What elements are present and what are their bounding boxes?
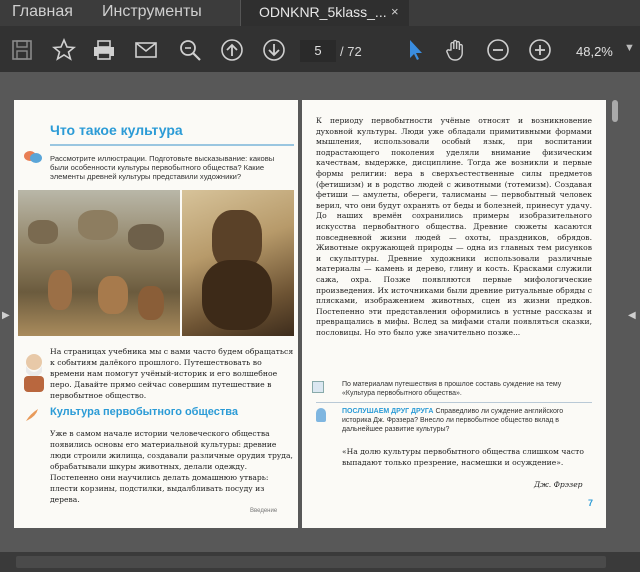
- left-panel-toggle-icon[interactable]: ▶: [2, 310, 10, 321]
- zoom-dropdown-icon[interactable]: ▼: [624, 42, 635, 54]
- body-text: К периоду первобытности учёные относят и…: [316, 116, 592, 337]
- section-title: Культура первобытного общества: [50, 406, 238, 418]
- microphone-icon: [316, 408, 326, 422]
- body-text: Уже в самом начале истории человеческого…: [50, 429, 293, 504]
- print-icon[interactable]: [92, 38, 116, 62]
- right-page: К периоду первобытности учёные относят и…: [302, 100, 606, 528]
- page-down-icon[interactable]: [262, 38, 286, 62]
- page-total: / 72: [340, 44, 362, 59]
- discussion-icon: [24, 151, 42, 163]
- menu-home[interactable]: Главная: [12, 3, 73, 21]
- zoom-level[interactable]: 48,2%: [576, 44, 613, 59]
- right-panel-toggle-icon[interactable]: ◀: [628, 310, 636, 321]
- horizontal-scrollbar[interactable]: [0, 552, 640, 572]
- scrollbar-thumb[interactable]: [16, 556, 606, 568]
- zoom-search-icon[interactable]: [178, 38, 202, 62]
- page-up-icon[interactable]: [220, 38, 244, 62]
- page-title: Что такое культура: [50, 122, 183, 138]
- illustration-primitive-man: [182, 190, 294, 336]
- title-divider: [50, 144, 294, 146]
- save-icon[interactable]: [10, 38, 34, 62]
- pointer-icon[interactable]: [404, 38, 428, 62]
- task-icon: [312, 381, 324, 393]
- intro-text: На страницах учебника мы с вами часто бу…: [50, 347, 294, 400]
- hand-icon[interactable]: [444, 38, 468, 62]
- document-tab[interactable]: ODNKNR_5klass_... ×: [240, 0, 409, 26]
- left-page: Что такое культура Рассмотрите иллюстрац…: [14, 100, 298, 528]
- discussion-task: ПОСЛУШАЕМ ДРУГ ДРУГА Справедливо ли сужд…: [342, 407, 592, 434]
- tab-title: ODNKNR_5klass_...: [259, 4, 387, 20]
- quill-icon: [26, 409, 38, 421]
- zoom-out-icon[interactable]: [486, 38, 510, 62]
- page-footer: Введение: [250, 508, 278, 514]
- toolbar: 5 / 72 48,2% ▼: [0, 26, 640, 73]
- zoom-in-icon[interactable]: [528, 38, 552, 62]
- illustration-primitive-village: [18, 190, 180, 336]
- question-text: Рассмотрите иллюстрации. Подготовьте выс…: [50, 154, 275, 181]
- tab-close-icon[interactable]: ×: [391, 4, 399, 19]
- page-number-input[interactable]: 5: [300, 40, 336, 62]
- page-number: 7: [588, 498, 594, 508]
- menu-tools[interactable]: Инструменты: [102, 3, 202, 21]
- quote-author: Дж. Фрэзер: [534, 480, 583, 489]
- historian-icon: [24, 354, 44, 392]
- mail-icon[interactable]: [134, 38, 158, 62]
- divider: [316, 402, 592, 403]
- task-text: По материалам путешествия в прошлое сост…: [342, 381, 562, 397]
- quote-text: «На долю культуры первобытного общества …: [342, 447, 584, 467]
- star-icon[interactable]: [52, 38, 76, 62]
- discussion-label: ПОСЛУШАЕМ ДРУГ ДРУГА: [342, 408, 434, 415]
- menu-bar: Главная Инструменты ODNKNR_5klass_... ×: [0, 0, 640, 26]
- vertical-scrollbar[interactable]: [612, 100, 618, 122]
